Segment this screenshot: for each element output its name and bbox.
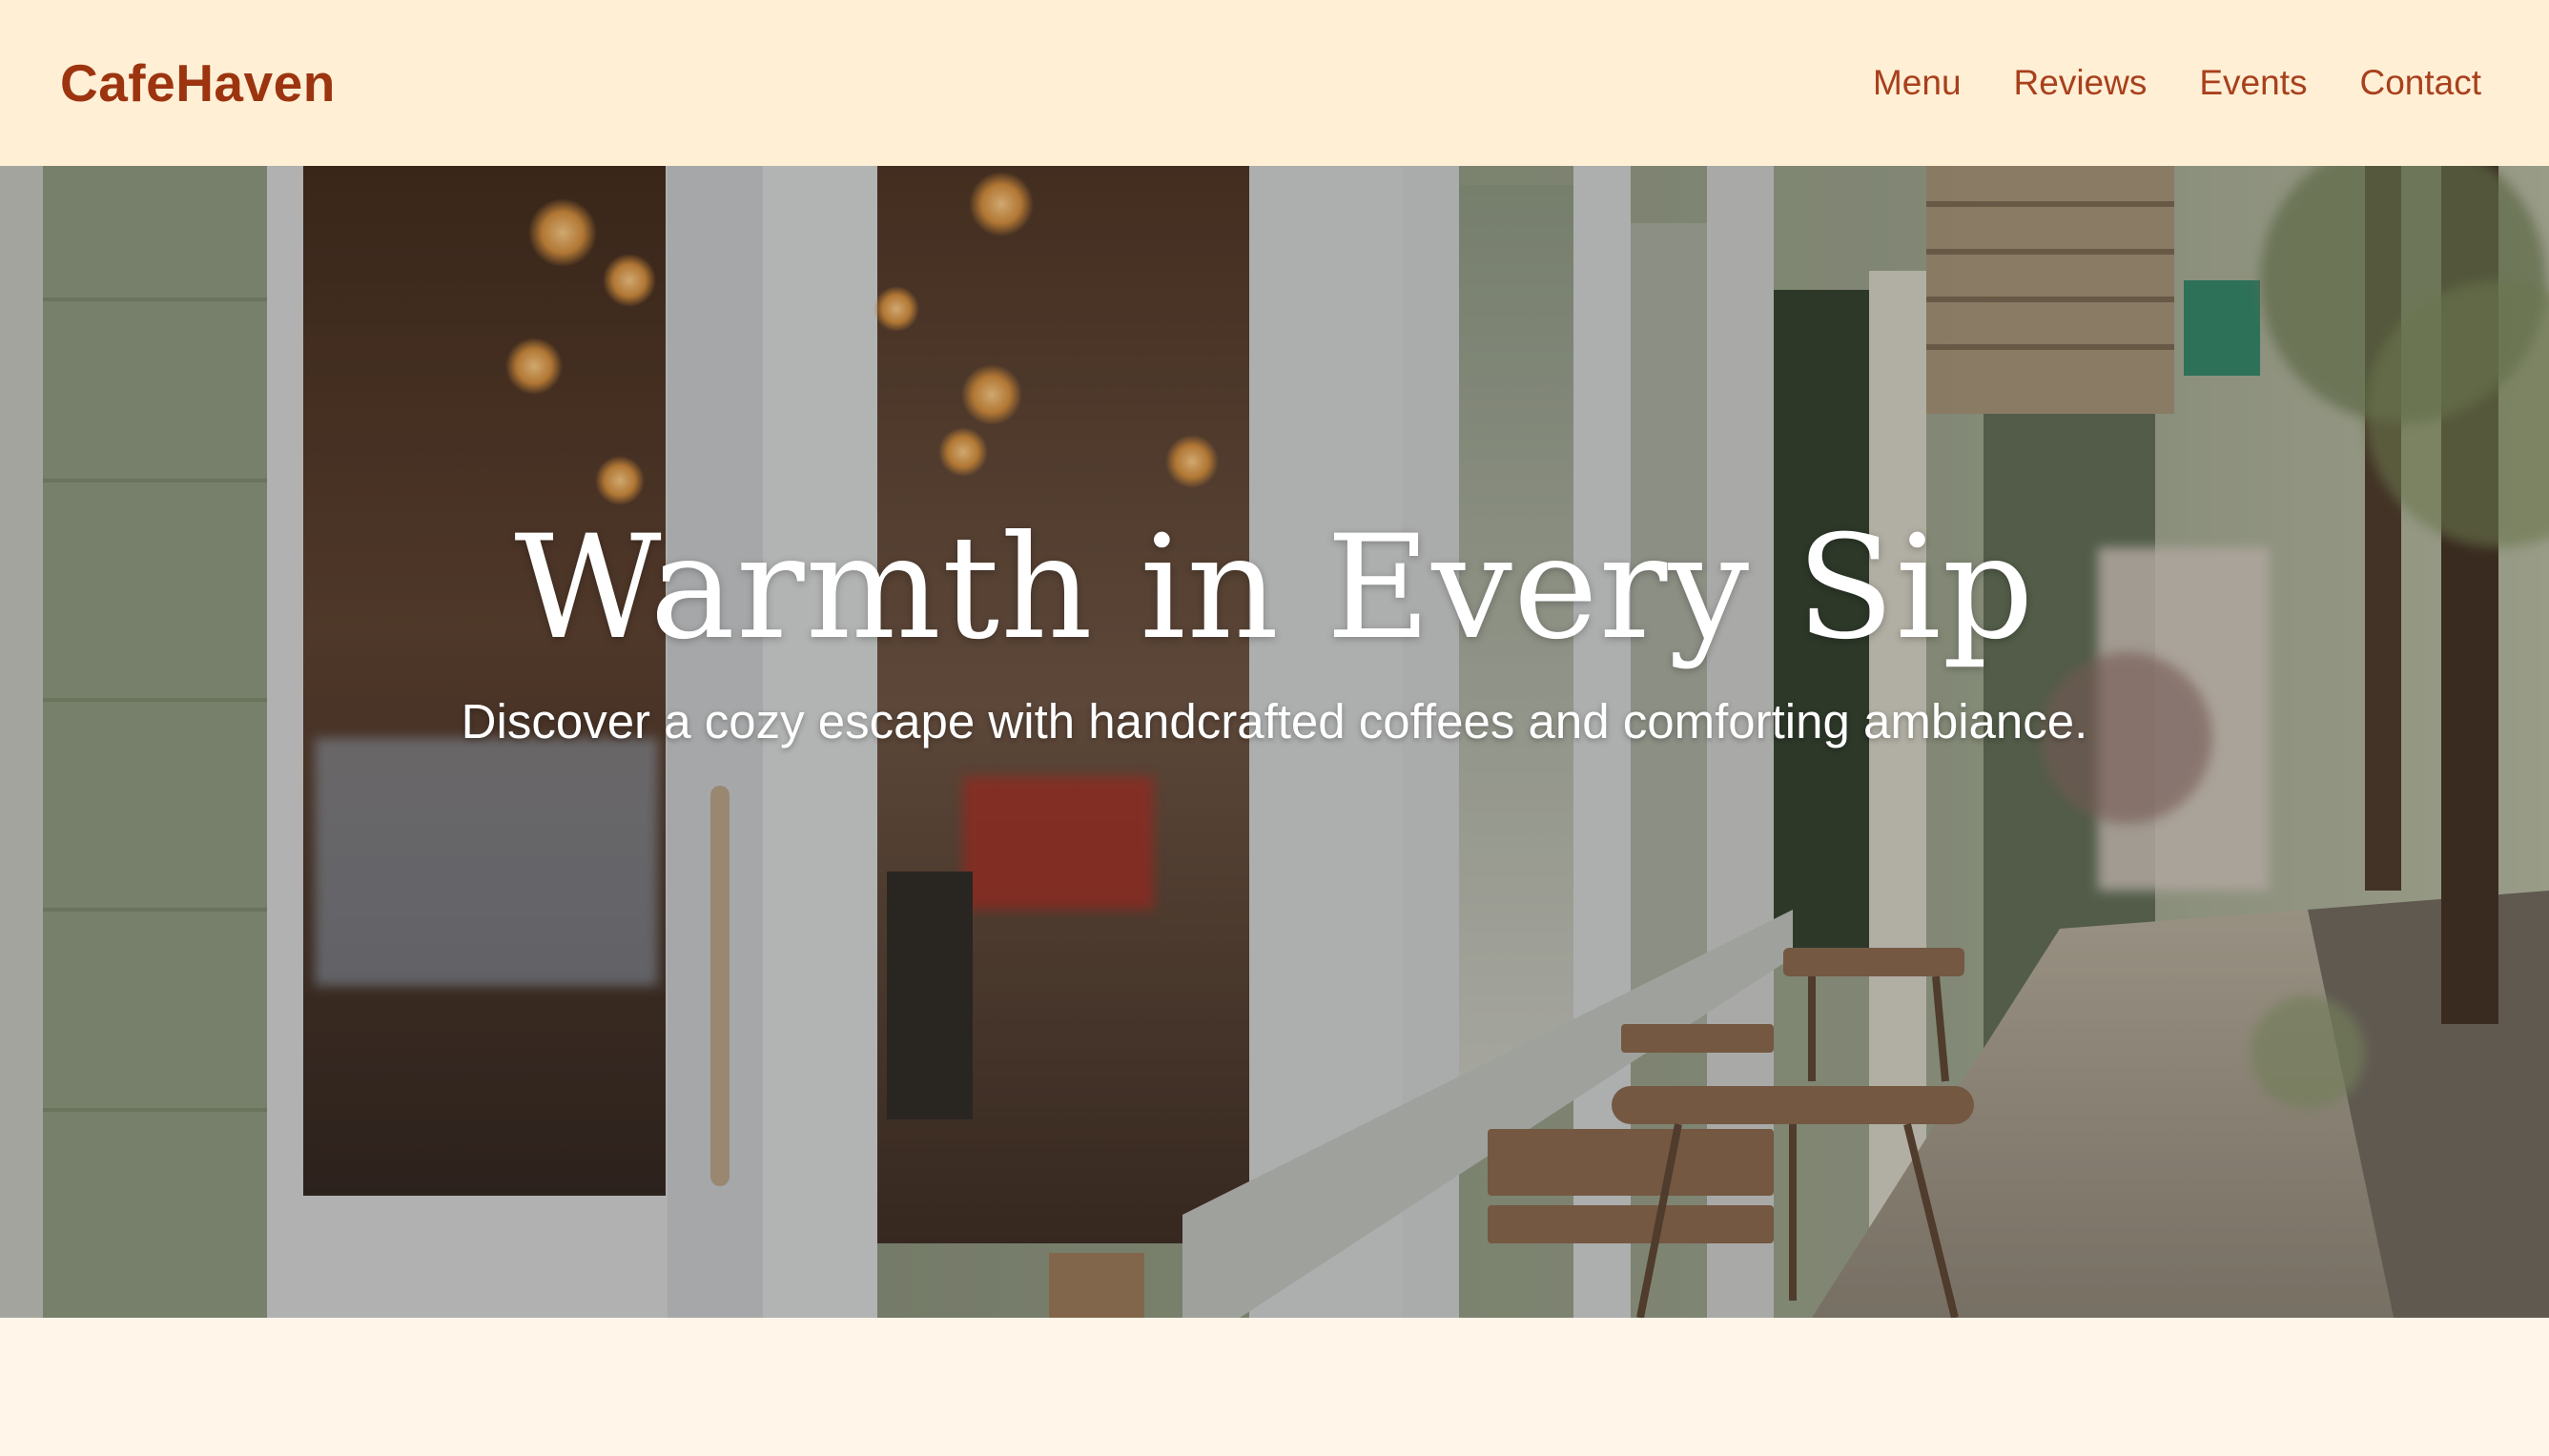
page-body-section xyxy=(0,1318,2549,1456)
site-header: CafeHaven Menu Reviews Events Contact xyxy=(0,0,2549,166)
nav-link-contact[interactable]: Contact xyxy=(2359,63,2481,103)
nav-link-events[interactable]: Events xyxy=(2199,63,2307,103)
hero-section: Warmth in Every Sip Discover a cozy esca… xyxy=(0,166,2549,1318)
nav-link-reviews[interactable]: Reviews xyxy=(2014,63,2148,103)
main-nav: Menu Reviews Events Contact xyxy=(1873,63,2481,103)
hero-content: Warmth in Every Sip Discover a cozy esca… xyxy=(0,166,2549,1318)
nav-link-menu[interactable]: Menu xyxy=(1873,63,1962,103)
hero-title: Warmth in Every Sip xyxy=(514,505,2035,671)
brand-logo[interactable]: CafeHaven xyxy=(60,52,336,113)
hero-subtitle: Discover a cozy escape with handcrafted … xyxy=(461,693,2088,749)
